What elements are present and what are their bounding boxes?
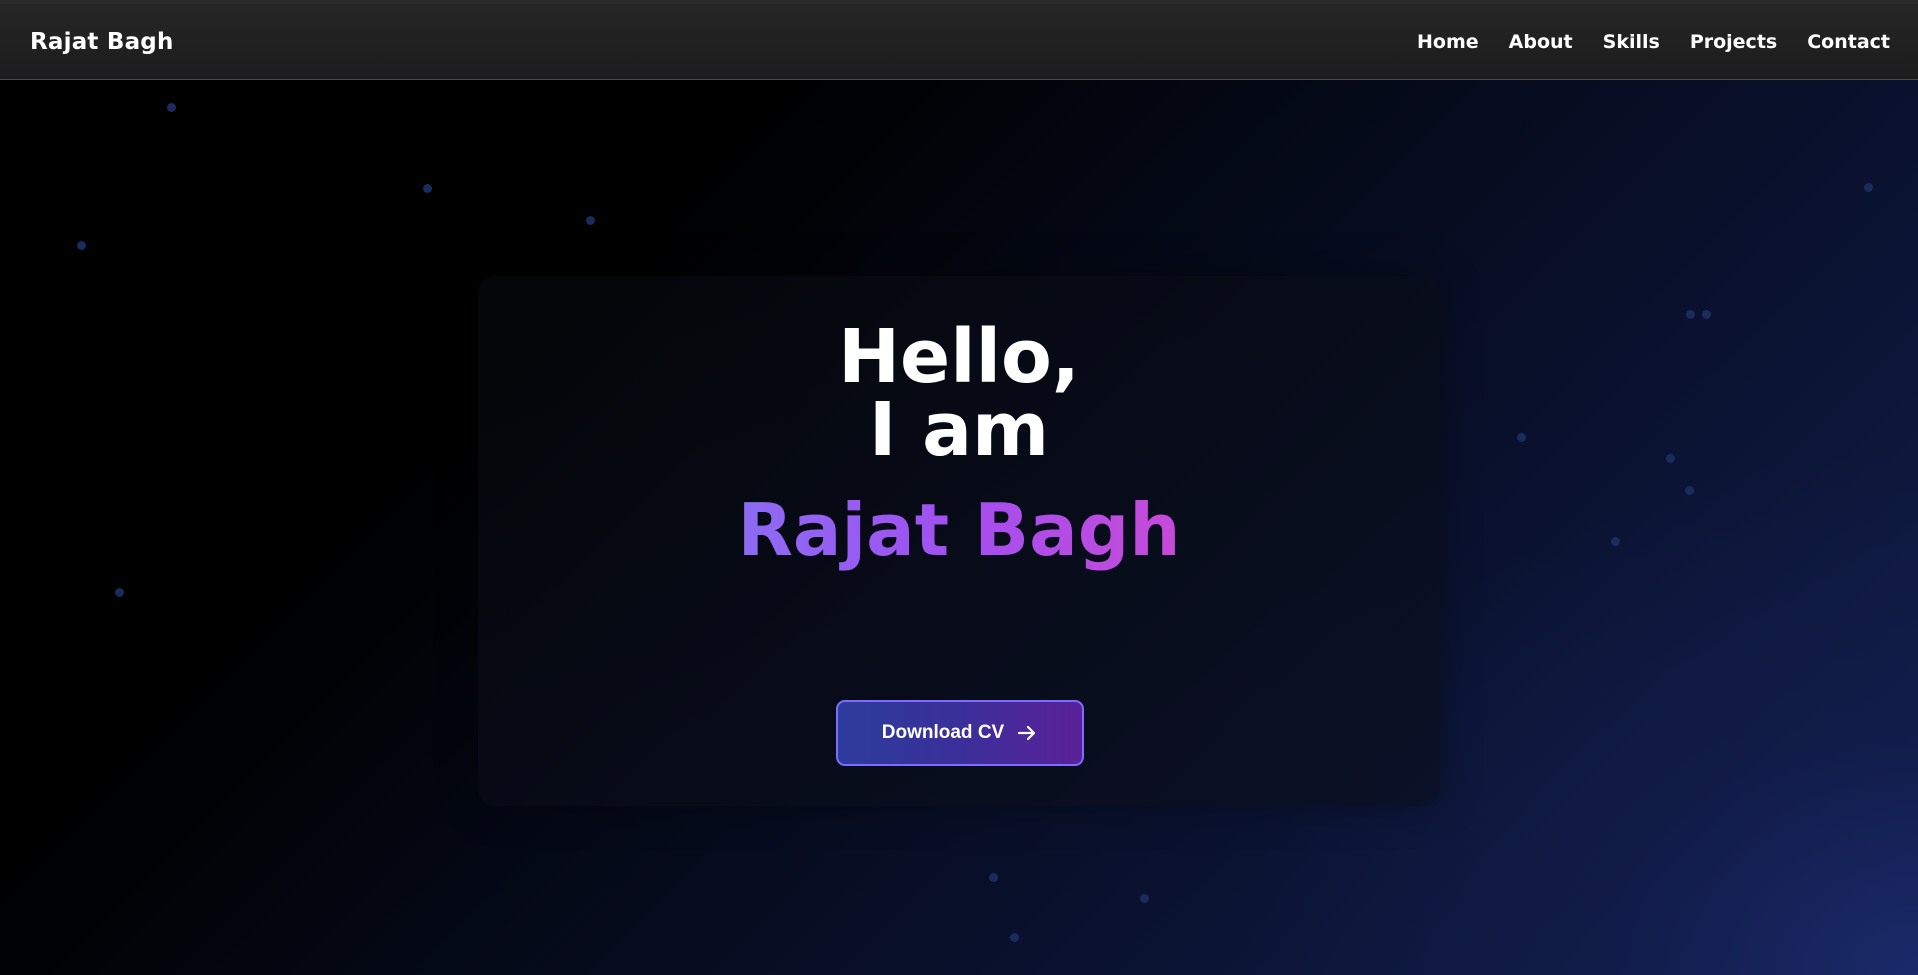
- brand-logo[interactable]: Rajat Bagh: [30, 29, 174, 55]
- background-particle: [586, 216, 595, 225]
- background-particle: [1686, 310, 1695, 319]
- hero-greeting: Hello,: [838, 314, 1080, 400]
- hero-intro: I am: [868, 387, 1050, 473]
- background-particle: [423, 184, 432, 193]
- background-particle: [989, 873, 998, 882]
- background-particle: [1702, 310, 1711, 319]
- download-cv-label: Download CV: [881, 722, 1005, 743]
- navbar: Rajat Bagh Home About Skills Projects Co…: [0, 4, 1918, 80]
- background-particle: [167, 103, 176, 112]
- hero-section: Hello, I am Rajat Bagh Download CV: [0, 80, 1918, 975]
- arrow-right-icon: [1016, 722, 1038, 744]
- background-particle: [1140, 894, 1149, 903]
- background-particle: [77, 241, 86, 250]
- background-particle: [1864, 183, 1873, 192]
- nav-links: Home About Skills Projects Contact: [1387, 31, 1890, 53]
- nav-link-about[interactable]: About: [1509, 31, 1573, 53]
- nav-link-home[interactable]: Home: [1417, 31, 1479, 53]
- background-particle: [1010, 933, 1019, 942]
- nav-link-contact[interactable]: Contact: [1807, 31, 1890, 53]
- hero-name-text: Rajat Bagh: [737, 488, 1181, 572]
- nav-link-skills[interactable]: Skills: [1603, 31, 1660, 53]
- background-particle: [115, 588, 124, 597]
- download-cv-button[interactable]: Download CV: [836, 700, 1084, 766]
- hero-name: Rajat Bagh: [0, 488, 1918, 578]
- nav-link-projects[interactable]: Projects: [1690, 31, 1777, 53]
